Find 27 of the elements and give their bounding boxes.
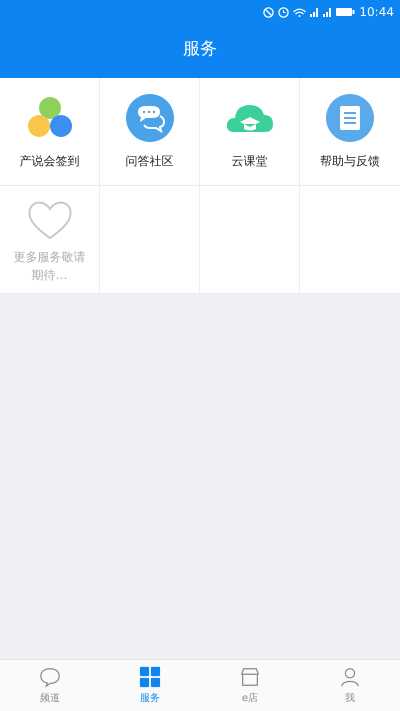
service-tile[interactable]: 云课堂 <box>200 78 300 186</box>
service-tile[interactable]: 问答社区 <box>100 78 200 186</box>
wifi-icon <box>293 8 306 16</box>
person-icon <box>339 666 361 688</box>
service-label: 更多服务敬请期待… <box>12 248 86 284</box>
tab[interactable]: 服务 <box>100 660 200 711</box>
signal-icon <box>323 8 332 16</box>
service-tile[interactable]: 产说会签到 <box>0 78 100 186</box>
service-tile[interactable]: 更多服务敬请期待… <box>0 186 100 294</box>
chat-bubble-icon <box>39 666 61 688</box>
service-label: 问答社区 <box>124 152 174 170</box>
service-label: 帮助与反馈 <box>319 152 381 170</box>
status-time: 10:44 <box>359 5 394 19</box>
service-tile[interactable]: 帮助与反馈 <box>300 78 400 186</box>
grid-icon <box>139 666 161 688</box>
store-icon <box>239 666 261 688</box>
signal-icon <box>310 8 320 16</box>
page-title: 服务 <box>183 38 217 60</box>
alarm-icon <box>278 6 290 18</box>
chat-icon <box>126 94 174 142</box>
battery-icon <box>336 8 356 16</box>
tab[interactable]: 我 <box>300 660 400 711</box>
service-label: 产说会签到 <box>18 152 80 170</box>
tab[interactable]: e店 <box>200 660 300 711</box>
service-label: 云课堂 <box>230 152 268 170</box>
tab[interactable]: 频道 <box>0 660 100 711</box>
notepad-icon <box>326 94 374 142</box>
